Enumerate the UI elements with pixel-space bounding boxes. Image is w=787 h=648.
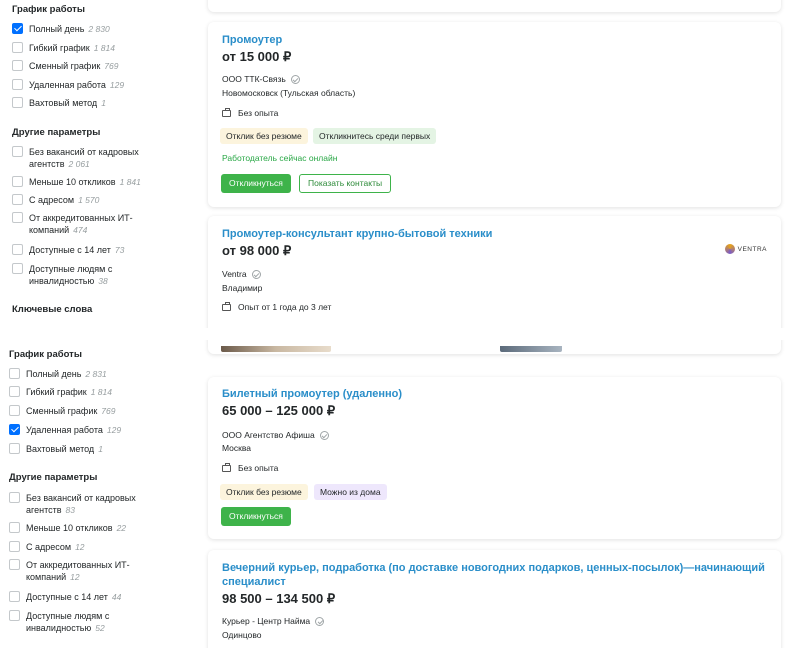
checkbox[interactable] [12,42,23,53]
verified-icon [315,616,325,626]
checkbox[interactable] [9,443,20,454]
other-params-title: Другие параметры [12,127,101,138]
filter-full-day[interactable]: Полный день 2 831 [9,368,107,380]
filter-disabled-people[interactable]: Доступные людям с инвалидностью 38 [12,263,134,287]
filters-sidebar: График работы Полный день 2 830 Гибкий гр… [0,0,200,328]
briefcase-icon [222,107,231,117]
schedule-filter-title: График работы [12,4,85,15]
vacancy-title-link[interactable]: Промоутер-консультант крупно-бытовой тех… [222,227,492,241]
checkbox[interactable] [12,146,23,157]
filter-rotational[interactable]: Вахтовый метод 1 [9,443,103,455]
filter-shift[interactable]: Сменный график 769 [12,60,118,72]
respond-button[interactable]: Откликнуться [221,174,291,193]
checkbox[interactable] [12,176,23,187]
filter-full-day[interactable]: Полный день 2 830 [12,23,110,35]
vacancy-card: Промоутер-консультант крупно-бытовой тех… [208,216,781,328]
vacancy-title-link[interactable]: Вечерний курьер, подработка (по доставке… [222,561,781,589]
filter-no-agencies[interactable]: Без вакансий от кадровых агентств 83 [9,492,151,516]
filter-disabled-people[interactable]: Доступные людям с инвалидностью 52 [9,610,131,634]
vacancy-card: Билетный промоутер (удаленно) 65 000 – 1… [208,377,781,539]
employer-name[interactable]: Ventra [222,269,261,279]
checkbox[interactable] [9,541,20,552]
filter-from-14[interactable]: Доступные с 14 лет 73 [12,244,124,256]
employer-name[interactable]: ООО Агентство Афиша [222,430,329,440]
vacancy-salary: 65 000 – 125 000 ₽ [222,403,336,418]
show-contacts-button[interactable]: Показать контакты [299,174,392,193]
filter-flexible[interactable]: Гибкий график 1 814 [9,386,112,398]
verified-icon [251,269,261,279]
filter-remote[interactable]: Удаленная работа 129 [9,424,121,436]
vacancy-city: Владимир [222,283,263,293]
checkbox[interactable] [9,368,20,379]
filter-with-address[interactable]: С адресом 1 570 [12,194,99,206]
vacancy-title-link[interactable]: Промоутер [222,33,282,47]
filter-shift[interactable]: Сменный график 769 [9,405,115,417]
checkbox[interactable] [12,60,23,71]
experience-info: Опыт от 1 года до 3 лет [222,301,331,312]
checkbox[interactable] [9,559,20,570]
vacancy-city: Москва [222,443,252,453]
filter-with-address[interactable]: С адресом 12 [9,541,85,553]
vacancy-card-previous [208,340,781,354]
keywords-title: Ключевые слова [12,304,93,315]
employer-name[interactable]: ООО ТТК-Связь [222,74,300,84]
search-results-panel-bottom: График работы Полный день 2 831 Гибкий гр… [0,340,787,648]
filter-less-10-responses[interactable]: Меньше 10 откликов 22 [9,522,126,534]
tag-respond-first: Откликнитесь среди первых [313,128,437,144]
employer-name[interactable]: Курьер - Центр Найма [222,616,325,626]
checkbox[interactable] [12,212,23,223]
checkbox[interactable] [9,492,20,503]
tag-remote-possible: Можно из дома [314,484,387,500]
filter-from-14[interactable]: Доступные с 14 лет 44 [9,591,121,603]
filter-accredited-it[interactable]: От аккредитованных ИТ-компаний 12 [9,559,136,583]
vacancy-photo [500,346,562,352]
checkbox[interactable] [9,386,20,397]
other-params-title: Другие параметры [9,472,98,483]
checkbox-checked[interactable] [12,23,23,34]
verified-icon [290,74,300,84]
checkbox[interactable] [9,591,20,602]
vacancy-salary: от 15 000 ₽ [222,49,292,64]
vacancy-title-link[interactable]: Билетный промоутер (удаленно) [222,387,402,401]
vacancy-salary: от 98 000 ₽ [222,243,292,258]
vacancy-city: Одинцово [222,630,262,640]
checkbox[interactable] [12,263,23,274]
checkbox[interactable] [9,522,20,533]
checkbox[interactable] [9,610,20,621]
filter-remote[interactable]: Удаленная работа 129 [12,79,124,91]
tag-no-resume: Отклик без резюме [220,128,308,144]
filter-flexible[interactable]: Гибкий график 1 814 [12,42,115,54]
vacancy-card-previous [208,0,781,12]
company-logo[interactable]: VENTRA [724,244,767,254]
tag-no-resume: Отклик без резюме [220,484,308,500]
verified-icon [319,430,329,440]
checkbox-checked[interactable] [9,424,20,435]
ventra-logo-icon [724,244,735,254]
checkbox[interactable] [12,194,23,205]
checkbox[interactable] [12,97,23,108]
checkbox[interactable] [12,79,23,90]
filter-no-agencies[interactable]: Без вакансий от кадровых агентств 2 061 [12,146,149,170]
briefcase-icon [222,462,231,472]
vacancy-card: Промоутер от 15 000 ₽ ООО ТТК-Связь Ново… [208,22,781,207]
employer-online-status: Работодатель сейчас онлайн [222,153,338,163]
vacancy-photo [221,346,331,352]
experience-info: Без опыта [222,462,278,473]
vacancy-salary: 98 500 – 134 500 ₽ [222,591,336,606]
filter-accredited-it[interactable]: От аккредитованных ИТ-компаний 474 [12,212,139,236]
filter-less-10-responses[interactable]: Меньше 10 откликов 1 841 [12,176,141,188]
vacancy-city: Новомосковск (Тульская область) [222,88,356,98]
checkbox[interactable] [9,405,20,416]
schedule-filter-title: График работы [9,349,82,360]
checkbox[interactable] [12,244,23,255]
respond-button[interactable]: Откликнуться [221,507,291,526]
search-results-panel-top: График работы Полный день 2 830 Гибкий гр… [0,0,787,328]
briefcase-icon [222,301,231,311]
filter-rotational[interactable]: Вахтовый метод 1 [12,97,106,109]
experience-info: Без опыта [222,107,278,118]
filters-sidebar: График работы Полный день 2 831 Гибкий гр… [0,340,200,648]
vacancy-card: Вечерний курьер, подработка (по доставке… [208,550,781,648]
